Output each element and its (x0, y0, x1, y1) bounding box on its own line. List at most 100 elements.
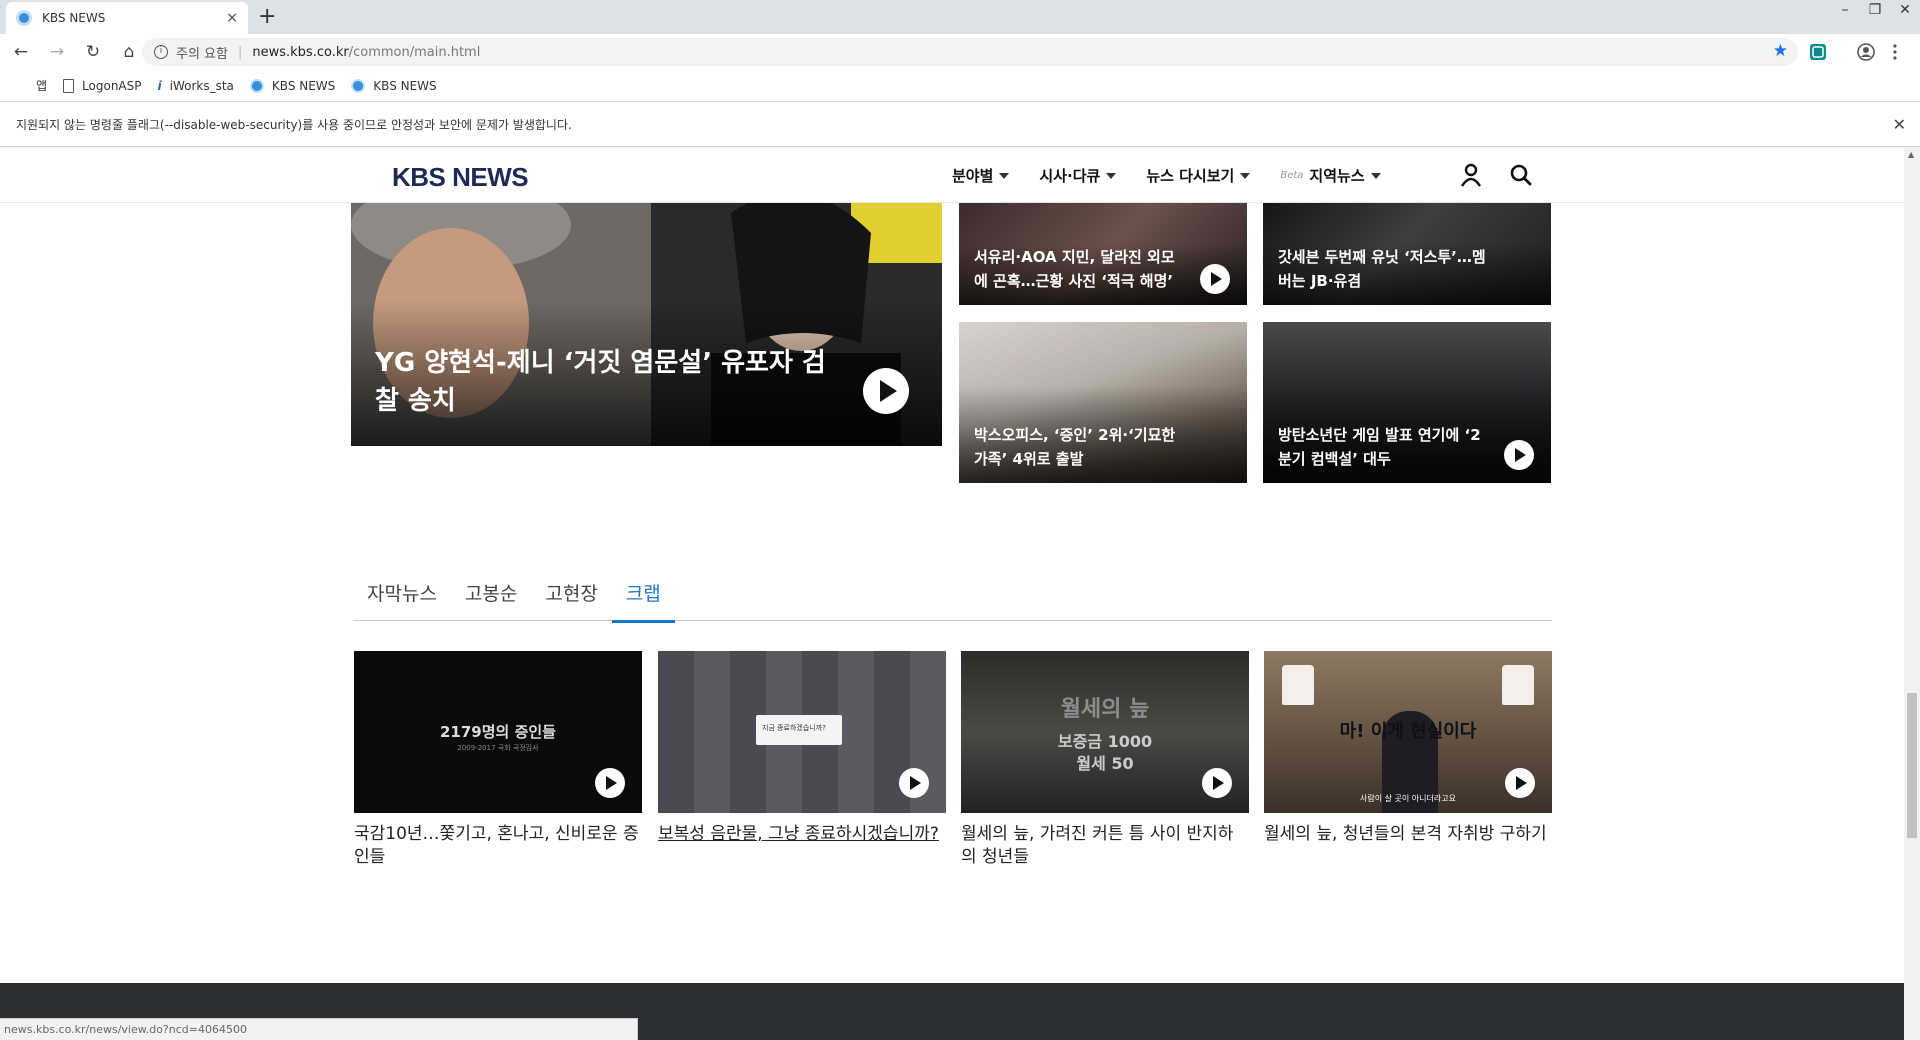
extension-icon[interactable] (1808, 42, 1828, 62)
play-icon[interactable] (863, 368, 909, 414)
video-category-tabs: 자막뉴스 고봉순 고현장 크랩 (353, 573, 1552, 623)
nav-label: 시사·다큐 (1039, 167, 1101, 185)
nav-label: 지역뉴스 (1309, 167, 1365, 185)
bookmark-label: KBS NEWS (373, 78, 437, 93)
featured-main-story[interactable]: YG 양현석-제니 ‘거짓 염문설’ 유포자 검찰 송치 (351, 203, 942, 446)
nav-label: 뉴스 다시보기 (1146, 167, 1235, 185)
profile-icon[interactable] (1856, 42, 1876, 62)
featured-side-story[interactable]: 갓세븐 두번째 유닛 ‘저스투’…멤버는 JB·유겸 (1263, 203, 1551, 305)
play-icon[interactable] (1202, 768, 1232, 798)
nav-item-documentary[interactable]: 시사·다큐 (1039, 165, 1117, 186)
featured-side-story[interactable]: 박스오피스, ‘증인’ 2위·‘기묘한 가족’ 4위로 출발 (959, 322, 1247, 483)
close-window-button[interactable]: ✕ (1890, 2, 1920, 18)
bookmark-label: iWorks_sta (169, 78, 234, 93)
nav-item-regional[interactable]: Beta 지역뉴스 (1280, 165, 1381, 186)
thumbnail-subcaption: 사람이 살 곳이 아니더라고요 (1360, 794, 1456, 803)
video-card[interactable]: 마! 이게 현실이다 사람이 살 곳이 아니더라고요 월세의 늪, 청년들의 본… (1264, 651, 1552, 846)
home-icon[interactable]: ⌂ (114, 42, 144, 62)
bookmark-apps[interactable]: 앱 (14, 77, 47, 94)
video-thumbnail[interactable]: 월세의 늪 보증금 1000 월세 50 (961, 651, 1249, 813)
featured-side-title[interactable]: 갓세븐 두번째 유닛 ‘저스투’…멤버는 JB·유겸 (1278, 245, 1491, 293)
play-icon[interactable] (595, 768, 625, 798)
caret-down-icon (1240, 172, 1251, 179)
menu-kebab-icon[interactable] (1890, 42, 1900, 62)
info-icon[interactable]: i (154, 45, 168, 59)
featured-main-title[interactable]: YG 양현석-제니 ‘거짓 염문설’ 유포자 검찰 송치 (375, 344, 842, 420)
back-icon[interactable]: ← (6, 42, 36, 62)
video-thumbnail[interactable]: 마! 이게 현실이다 사람이 살 곳이 아니더라고요 (1264, 651, 1552, 813)
main-nav: 분야별 시사·다큐 뉴스 다시보기 Beta 지역뉴스 (952, 148, 1411, 203)
thumbnail-caption: 지금 종료하겠습니까? (762, 724, 826, 732)
thumbnail-lamp (1282, 665, 1314, 705)
bookmark-star-icon[interactable]: ★ (1773, 41, 1788, 61)
restore-button[interactable]: ❐ (1860, 2, 1890, 18)
forward-icon[interactable]: → (42, 42, 72, 62)
minimize-button[interactable]: – (1830, 2, 1860, 18)
nav-item-category[interactable]: 분야별 (952, 165, 1010, 186)
play-icon[interactable] (1505, 768, 1535, 798)
featured-side-story[interactable]: 서유리·AOA 지민, 달라진 외모에 곤혹…근황 사진 ‘적극 해명’ (959, 203, 1247, 305)
featured-side-title[interactable]: 방탄소년단 게임 발표 연기에 ‘2분기 컴백설’ 대두 (1278, 423, 1491, 471)
address-bar[interactable]: i 주의 요함 | news.kbs.co.kr/common/main.htm… (142, 38, 1798, 66)
warning-infobar: 지원되지 않는 명령줄 플래그(--disable-web-security)를… (0, 103, 1920, 147)
featured-side-title[interactable]: 박스오피스, ‘증인’ 2위·‘기묘한 가족’ 4위로 출발 (974, 423, 1187, 471)
tab-gohyeonjang[interactable]: 고현장 (531, 573, 611, 620)
video-title[interactable]: 월세의 늪, 청년들의 본격 자취방 구하기 (1264, 823, 1552, 846)
bookmarks-bar: 앱 LogonASP i iWorks_sta KBS NEWS KBS NEW… (0, 70, 1920, 102)
tab-title: KBS NEWS (42, 11, 106, 25)
browser-toolbar: ← → ↻ ⌂ i 주의 요함 | news.kbs.co.kr/common/… (0, 34, 1920, 70)
security-label[interactable]: 주의 요함 (176, 43, 228, 62)
video-thumbnail[interactable]: 2179명의 증인들 2009-2017 국회 국정감사 (354, 651, 642, 813)
tab-gobongsun[interactable]: 고봉순 (451, 573, 531, 620)
video-card[interactable]: 월세의 늪 보증금 1000 월세 50 월세의 늪, 가려진 커튼 틈 사이 … (961, 651, 1249, 869)
document-icon (63, 78, 75, 93)
kbs-favicon (16, 10, 32, 26)
infobar-message: 지원되지 않는 명령줄 플래그(--disable-web-security)를… (16, 118, 572, 132)
play-icon[interactable] (1200, 264, 1230, 294)
featured-side-title[interactable]: 서유리·AOA 지민, 달라진 외모에 곤혹…근황 사진 ‘적극 해명’ (974, 245, 1187, 293)
video-title[interactable]: 보복성 음란물, 그냥 종료하시겠습니까? (658, 823, 946, 846)
new-tab-button[interactable]: + (258, 4, 276, 29)
window-controls: – ❐ ✕ (1830, 2, 1920, 18)
kbs-favicon (351, 78, 366, 93)
video-title[interactable]: 월세의 늪, 가려진 커튼 틈 사이 반지하의 청년들 (961, 823, 1249, 869)
browser-tab[interactable]: KBS NEWS × (6, 2, 248, 34)
site-logo[interactable]: KBS NEWS (392, 162, 529, 193)
nav-label: 분야별 (952, 167, 994, 185)
user-icon[interactable] (1458, 162, 1484, 188)
kbs-favicon (249, 78, 264, 93)
bookmark-logonasp[interactable]: LogonASP (63, 78, 142, 93)
iworks-icon: i (157, 78, 162, 93)
bookmark-label: 앱 (36, 79, 48, 93)
video-card[interactable]: 2179명의 증인들 2009-2017 국회 국정감사 국감10년…쫓기고, … (354, 651, 642, 869)
page-viewport: KBS NEWS 분야별 시사·다큐 뉴스 다시보기 Beta 지역뉴스 YG … (0, 148, 1904, 1040)
scroll-up-icon[interactable]: ▲ (1908, 150, 1914, 159)
bookmark-iworks[interactable]: i iWorks_sta (158, 79, 234, 93)
scrollbar-thumb[interactable] (1907, 693, 1917, 838)
bookmark-label: LogonASP (82, 78, 142, 93)
infobar-close-icon[interactable]: ✕ (1893, 115, 1906, 134)
bookmark-kbs-news-1[interactable]: KBS NEWS (249, 78, 336, 93)
play-icon[interactable] (1504, 440, 1534, 470)
video-card[interactable]: 지금 종료하겠습니까? 보복성 음란물, 그냥 종료하시겠습니까? (658, 651, 946, 846)
page-scrollbar[interactable]: ▲ (1904, 148, 1920, 1040)
tab-krab[interactable]: 크랩 (611, 573, 675, 623)
video-title[interactable]: 국감10년…쫓기고, 혼나고, 신비로운 증인들 (354, 823, 642, 869)
bookmark-label: KBS NEWS (271, 78, 336, 93)
bookmark-kbs-news-2[interactable]: KBS NEWS (351, 78, 437, 93)
thumbnail-caption: 마! 이게 현실이다 (1339, 721, 1477, 742)
site-header: KBS NEWS 분야별 시사·다큐 뉴스 다시보기 Beta 지역뉴스 (0, 148, 1904, 203)
search-icon[interactable] (1508, 162, 1534, 188)
thumbnail-caption: 2179명의 증인들 (440, 723, 556, 741)
reload-icon[interactable]: ↻ (78, 42, 108, 62)
play-icon[interactable] (899, 768, 929, 798)
nav-item-replay[interactable]: 뉴스 다시보기 (1146, 165, 1251, 186)
browser-tabstrip: KBS NEWS × + – ❐ ✕ (0, 0, 1920, 34)
featured-side-story[interactable]: 방탄소년단 게임 발표 연기에 ‘2분기 컴백설’ 대두 (1263, 322, 1551, 483)
link-status-bubble: news.kbs.co.kr/news/view.do?ncd=4064500 (0, 1018, 638, 1040)
url-path: /common/main.html (348, 44, 481, 60)
url-host: news.kbs.co.kr (252, 44, 349, 60)
close-tab-icon[interactable]: × (226, 10, 238, 26)
tab-subtitle-news[interactable]: 자막뉴스 (353, 573, 451, 620)
video-thumbnail[interactable]: 지금 종료하겠습니까? (658, 651, 946, 813)
